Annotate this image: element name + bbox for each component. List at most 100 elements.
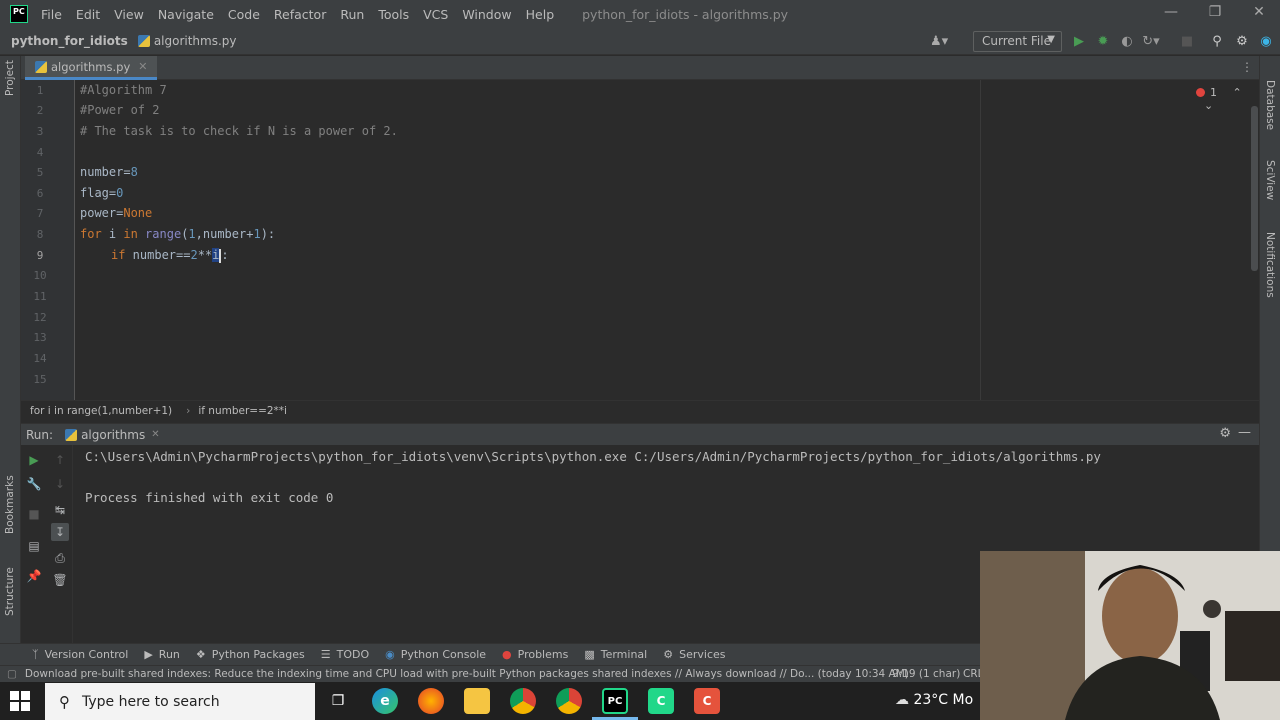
python-file-icon: [137, 35, 150, 47]
trash-icon[interactable]: 🗑: [51, 571, 69, 589]
tab-terminal[interactable]: ▩ Terminal: [584, 648, 647, 661]
debug-icon[interactable]: ✹: [1094, 33, 1112, 51]
line-number: 7: [36, 207, 44, 220]
user-icon[interactable]: ♟▾: [930, 33, 948, 51]
menu-help[interactable]: Help: [526, 7, 555, 22]
code-token: i: [212, 248, 220, 262]
status-message[interactable]: Download pre-built shared indexes: Reduc…: [25, 668, 909, 680]
edge-icon[interactable]: e: [372, 688, 398, 714]
code-line-1: #Algorithm 7: [80, 83, 167, 97]
settings-gear-icon[interactable]: ⚙: [1233, 33, 1251, 51]
breadcrumb-project[interactable]: python_for_idiots: [11, 34, 128, 48]
windows-start-icon[interactable]: [10, 691, 30, 711]
tab-algorithms-py[interactable]: algorithms.py ✕: [25, 56, 158, 80]
soft-wrap-icon[interactable]: ↹: [51, 501, 69, 519]
sciview-tool-button[interactable]: SciView: [1264, 160, 1276, 200]
structure-tool-button[interactable]: Structure: [4, 567, 16, 616]
line-number: 6: [36, 187, 44, 200]
project-tool-button[interactable]: Project: [4, 60, 16, 96]
chevron-up-icon[interactable]: ⌃: [1233, 86, 1242, 99]
menu-tools[interactable]: Tools: [378, 7, 409, 22]
tab-python-packages[interactable]: ❖ Python Packages: [196, 648, 305, 661]
red-app-icon[interactable]: C: [694, 688, 720, 714]
code-token: if: [111, 248, 126, 262]
menu-file[interactable]: File: [41, 7, 62, 22]
run-configuration-select[interactable]: Current File ▼: [973, 31, 1062, 52]
breadcrumb-for-loop[interactable]: for i in range(1,number+1): [30, 405, 172, 417]
menu-vcs[interactable]: VCS: [423, 7, 448, 22]
tab-label: Version Control: [44, 648, 129, 661]
weather-temp: 23°C: [913, 692, 949, 708]
wrench-icon[interactable]: 🔧: [25, 475, 43, 493]
close-tab-icon[interactable]: ✕: [151, 429, 159, 440]
minimize-button[interactable]: —: [1156, 4, 1186, 24]
chevron-down-icon[interactable]: ⌄: [1204, 99, 1213, 112]
menu-window[interactable]: Window: [462, 7, 511, 22]
menu-view[interactable]: View: [114, 7, 144, 22]
breadcrumb-if[interactable]: if number==2**i: [198, 405, 287, 417]
code-editor[interactable]: 1 2 3 4 5 6 7 8 9 10 11 12 13 14 15 #Alg…: [21, 80, 1259, 400]
tab-label: Python Console: [400, 648, 487, 661]
more-options-icon[interactable]: ⋮: [1241, 60, 1253, 74]
close-tab-icon[interactable]: ✕: [138, 60, 147, 73]
close-button[interactable]: ✕: [1244, 4, 1274, 24]
pycharm-taskbar-icon[interactable]: PC: [602, 688, 628, 714]
menu-edit[interactable]: Edit: [76, 7, 100, 22]
error-count: 1: [1210, 86, 1217, 99]
chrome-profile-icon[interactable]: [556, 688, 582, 714]
taskbar-search-box[interactable]: ⚲ Type here to search: [45, 683, 315, 720]
menu-code[interactable]: Code: [228, 7, 260, 22]
profile-icon[interactable]: ↻▾: [1142, 33, 1160, 51]
tab-problems[interactable]: ● Problems: [502, 648, 568, 661]
tab-python-console[interactable]: ◉ Python Console: [385, 648, 486, 661]
status-icon[interactable]: ▢: [7, 668, 17, 680]
stop-icon[interactable]: ■: [1178, 33, 1196, 51]
scroll-to-end-icon[interactable]: ↧: [51, 523, 69, 541]
scroll-down-icon[interactable]: ↓: [51, 475, 69, 493]
cursor-position[interactable]: 9:19 (1 char): [892, 668, 960, 680]
terminal-icon: ▩: [584, 648, 595, 661]
jetbrains-ai-icon[interactable]: ◉: [1257, 33, 1275, 51]
menu-refactor[interactable]: Refactor: [274, 7, 326, 22]
tab-run[interactable]: ▶ Run: [144, 648, 180, 661]
bookmarks-tool-button[interactable]: Bookmarks: [4, 475, 16, 534]
code-line-6: flag=0: [80, 186, 123, 200]
webcam-overlay: [980, 551, 1280, 720]
editor-scrollbar[interactable]: [1251, 106, 1258, 271]
settings-gear-icon[interactable]: ⚙: [1219, 426, 1231, 441]
restore-button[interactable]: ❐: [1200, 4, 1230, 24]
tab-services[interactable]: ⚙ Services: [663, 648, 725, 661]
file-explorer-icon[interactable]: [464, 688, 490, 714]
tab-label: Python Packages: [211, 648, 305, 661]
layout-icon[interactable]: ▤: [25, 537, 43, 555]
code-token: :: [221, 248, 229, 262]
error-indicator[interactable]: 1 ⌃ ⌄: [1196, 86, 1259, 112]
run-toolbar: ▶ ↑ 🔧 ↓ ■ ↹ ▤ ↧ ⎙ 📌 🗑: [21, 445, 73, 643]
search-icon[interactable]: ⚲: [1208, 33, 1226, 51]
breadcrumb-file[interactable]: algorithms.py: [137, 34, 237, 48]
firefox-icon[interactable]: [418, 688, 444, 714]
cloud-icon: ☁: [895, 692, 909, 708]
menu-navigate[interactable]: Navigate: [158, 7, 214, 22]
database-tool-button[interactable]: Database: [1264, 80, 1276, 130]
stop-icon[interactable]: ■: [25, 505, 43, 523]
notifications-tool-button[interactable]: Notifications: [1264, 232, 1276, 298]
print-icon[interactable]: ⎙: [51, 549, 69, 567]
task-view-icon[interactable]: ❐: [325, 688, 351, 714]
tab-version-control[interactable]: ᛉ Version Control: [32, 648, 128, 661]
code-token: power=: [80, 206, 124, 220]
tab-todo[interactable]: ☰ TODO: [321, 648, 369, 661]
run-icon[interactable]: ▶: [1070, 33, 1088, 51]
code-token: number=: [80, 165, 131, 179]
coverage-icon[interactable]: ◐: [1118, 33, 1136, 51]
hide-panel-icon[interactable]: —: [1238, 425, 1251, 440]
weather-widget[interactable]: ☁ 23°C Mo: [895, 692, 973, 708]
scroll-up-icon[interactable]: ↑: [51, 451, 69, 469]
run-tab-algorithms[interactable]: algorithms ✕: [65, 428, 160, 442]
green-app-icon[interactable]: C: [648, 688, 674, 714]
menu-run[interactable]: Run: [340, 7, 364, 22]
rerun-icon[interactable]: ▶: [25, 451, 43, 469]
code-token: 8: [130, 165, 138, 179]
pin-icon[interactable]: 📌: [25, 567, 43, 585]
chrome-icon[interactable]: [510, 688, 536, 714]
